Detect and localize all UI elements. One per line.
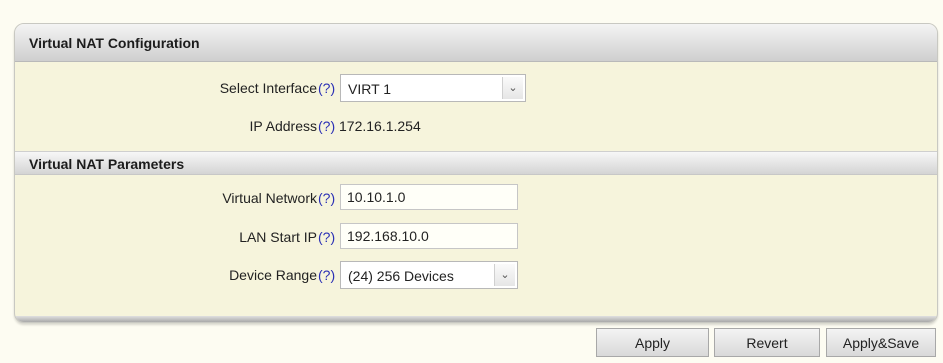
device-range-row: Device Range (?) (24) 256 Devices ⌄ bbox=[15, 261, 937, 291]
ip-address-label: IP Address bbox=[249, 118, 317, 134]
virtual-network-row: Virtual Network (?) bbox=[15, 184, 937, 214]
select-interface-value: VIRT 1 bbox=[348, 81, 392, 97]
device-range-value: (24) 256 Devices bbox=[348, 268, 454, 284]
virtual-network-input[interactable] bbox=[340, 184, 518, 210]
device-range-dropdown[interactable]: (24) 256 Devices ⌄ bbox=[340, 261, 518, 289]
lan-start-ip-label: LAN Start IP bbox=[239, 229, 317, 245]
ip-address-help-link[interactable]: (?) bbox=[318, 118, 335, 134]
virtual-nat-panel: Virtual NAT Configuration Select Interfa… bbox=[14, 23, 938, 323]
select-interface-label: Select Interface bbox=[219, 80, 317, 96]
panel-bottom-bar bbox=[15, 316, 937, 322]
apply-save-button[interactable]: Apply&Save bbox=[826, 328, 936, 357]
chevron-down-icon[interactable]: ⌄ bbox=[494, 264, 515, 286]
lan-start-ip-row: LAN Start IP (?) bbox=[15, 223, 937, 253]
parameters-section-title: Virtual NAT Parameters bbox=[15, 151, 937, 175]
chevron-down-icon[interactable]: ⌄ bbox=[502, 77, 523, 99]
device-range-label: Device Range bbox=[229, 267, 317, 283]
virtual-network-help-link[interactable]: (?) bbox=[318, 190, 335, 206]
select-interface-row: Select Interface (?) VIRT 1 ⌄ bbox=[15, 74, 937, 104]
device-range-help-link[interactable]: (?) bbox=[318, 267, 335, 283]
panel-title: Virtual NAT Configuration bbox=[15, 24, 937, 62]
lan-start-ip-help-link[interactable]: (?) bbox=[318, 229, 335, 245]
select-interface-dropdown[interactable]: VIRT 1 ⌄ bbox=[340, 74, 526, 102]
lan-start-ip-input[interactable] bbox=[340, 223, 518, 249]
ip-address-row: IP Address (?) 172.16.1.254 bbox=[15, 112, 937, 142]
apply-button[interactable]: Apply bbox=[596, 328, 709, 357]
revert-button[interactable]: Revert bbox=[714, 328, 820, 357]
ip-address-value: 172.16.1.254 bbox=[339, 118, 421, 134]
virtual-network-label: Virtual Network bbox=[222, 190, 317, 206]
select-interface-help-link[interactable]: (?) bbox=[318, 80, 335, 96]
